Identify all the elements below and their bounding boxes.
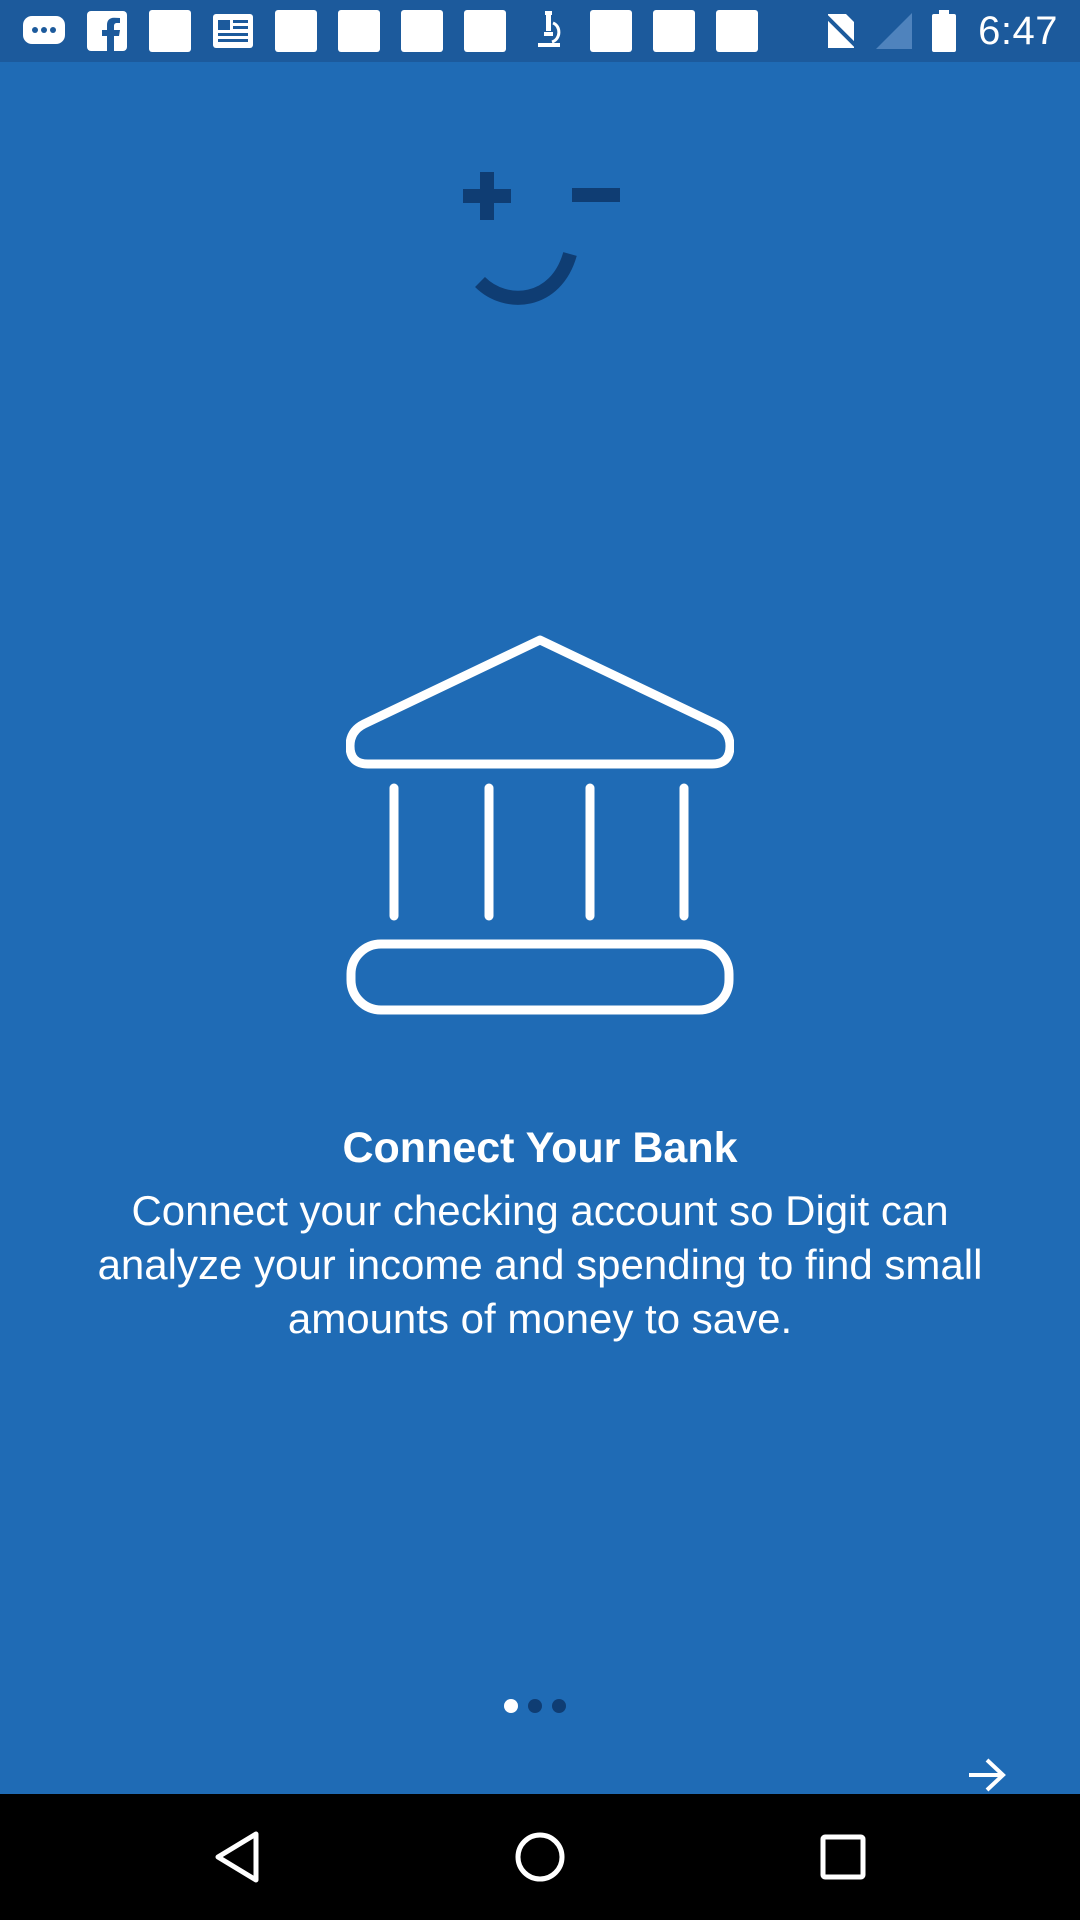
- page-indicator: [504, 1699, 576, 1713]
- blank-app-icon: [148, 9, 192, 53]
- bank-icon: [345, 634, 735, 1016]
- screen: 6:47 Connect Your Bank Connect your chec…: [0, 0, 1080, 1920]
- page-description: Connect your checking account so Digit c…: [97, 1187, 983, 1342]
- page-dot-3: [552, 1699, 566, 1713]
- no-sim-icon: [826, 12, 857, 50]
- system-status: 6:47: [808, 0, 1058, 62]
- page-dot-1: [504, 1699, 518, 1713]
- blank-app-icon: [652, 9, 696, 53]
- blank-app-icon: [715, 9, 759, 53]
- blank-app-icon: [274, 9, 318, 53]
- home-button[interactable]: [507, 1824, 573, 1890]
- page-title: Connect Your Bank: [342, 1124, 738, 1172]
- clock: 6:47: [978, 8, 1058, 53]
- back-button[interactable]: [204, 1824, 270, 1890]
- back-icon: [215, 1831, 259, 1883]
- arrow-right-icon: [969, 1758, 1006, 1792]
- blank-app-icon: [589, 9, 633, 53]
- recents-icon: [820, 1834, 866, 1880]
- page-dot-2: [528, 1699, 542, 1713]
- home-icon: [515, 1832, 565, 1882]
- signal-icon: [874, 11, 914, 51]
- recents-button[interactable]: [810, 1824, 876, 1890]
- facebook-icon: [85, 9, 129, 53]
- blank-app-icon: [337, 9, 381, 53]
- battery-icon: [932, 10, 957, 52]
- blank-app-icon: [400, 9, 444, 53]
- blank-app-icon: [463, 9, 507, 53]
- digit-logo-icon: [456, 166, 624, 316]
- status-bar: 6:47: [0, 0, 1080, 62]
- navigation-bar: [0, 1794, 1080, 1920]
- onboarding-page: Connect Your Bank Connect your checking …: [0, 62, 1080, 1794]
- news-icon: [211, 9, 255, 53]
- chat-bubble-icon: [22, 9, 66, 53]
- notification-icons: [22, 10, 778, 52]
- microscope-icon: [526, 9, 570, 53]
